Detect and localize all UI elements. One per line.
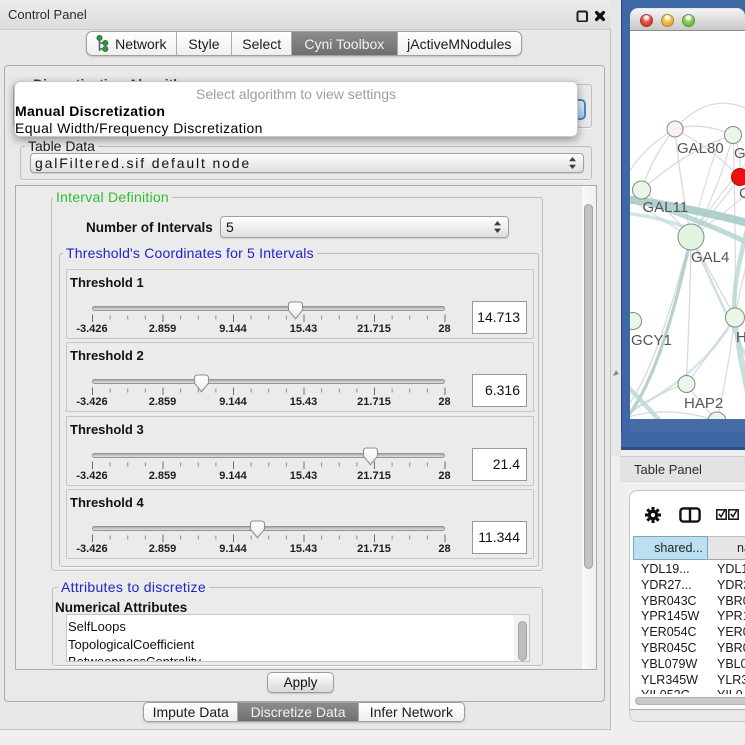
svg-text:GAL80: GAL80 (677, 140, 724, 157)
svg-text:GCY1: GCY1 (631, 332, 672, 349)
svg-text:GAL11: GAL11 (643, 199, 689, 216)
svg-text:C: C (739, 185, 745, 202)
svg-text:GAL4: GAL4 (691, 249, 729, 266)
svg-text:HIS4: HIS4 (736, 329, 745, 346)
svg-text:GAL2: GAL2 (734, 145, 745, 162)
svg-text:HAP2: HAP2 (684, 395, 723, 412)
